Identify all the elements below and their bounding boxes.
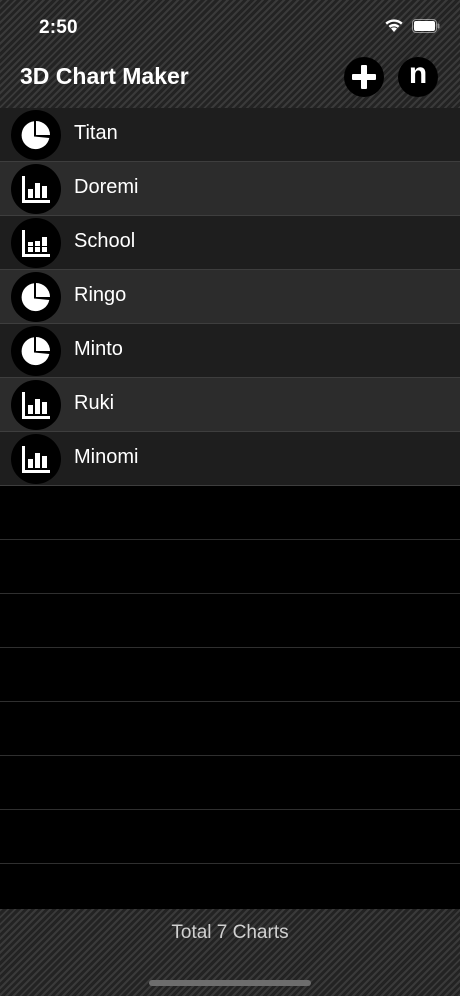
- bar-chart-icon: [11, 434, 61, 484]
- chart-list: Titan Doremi School Ringo Minto Ruki Min…: [0, 108, 460, 864]
- bar-chart-icon: [11, 164, 61, 214]
- plus-icon: [352, 65, 376, 89]
- empty-row: [0, 486, 460, 540]
- chart-name: School: [74, 230, 136, 252]
- chart-row-ruki[interactable]: Ruki: [0, 378, 460, 432]
- chart-row-ringo[interactable]: Ringo: [0, 270, 460, 324]
- status-icons: [384, 18, 440, 33]
- empty-row: [0, 756, 460, 810]
- n-glyph: n: [408, 57, 428, 90]
- page-title: 3D Chart Maker: [20, 63, 189, 89]
- empty-row: [0, 702, 460, 756]
- pie-chart-icon: [11, 326, 61, 376]
- chart-row-minto[interactable]: Minto: [0, 324, 460, 378]
- chart-row-minomi[interactable]: Minomi: [0, 432, 460, 486]
- chart-name: Ruki: [74, 392, 115, 414]
- home-indicator[interactable]: [149, 980, 311, 986]
- empty-row: [0, 810, 460, 864]
- pie-chart-icon: [11, 272, 61, 322]
- chart-name: Titan: [74, 122, 118, 144]
- add-chart-button[interactable]: [344, 57, 384, 97]
- total-charts-label: Total 7 Charts: [171, 922, 289, 943]
- n-button[interactable]: n: [398, 57, 438, 97]
- bar-chart-icon: [11, 380, 61, 430]
- chart-name: Minto: [74, 338, 123, 360]
- stacked-bar-chart-icon: [11, 218, 61, 268]
- chart-row-school[interactable]: School: [0, 216, 460, 270]
- navigation-bar: 2:50 3D Chart Maker n: [0, 0, 460, 108]
- chart-row-doremi[interactable]: Doremi: [0, 162, 460, 216]
- empty-row: [0, 648, 460, 702]
- status-time: 2:50: [39, 17, 78, 38]
- empty-row: [0, 540, 460, 594]
- chart-row-titan[interactable]: Titan: [0, 108, 460, 162]
- pie-chart-icon: [11, 110, 61, 160]
- chart-name: Doremi: [74, 176, 139, 198]
- chart-name: Minomi: [74, 446, 139, 468]
- wifi-icon: [385, 19, 403, 32]
- chart-name: Ringo: [74, 284, 127, 306]
- battery-icon: [412, 18, 440, 33]
- empty-row: [0, 594, 460, 648]
